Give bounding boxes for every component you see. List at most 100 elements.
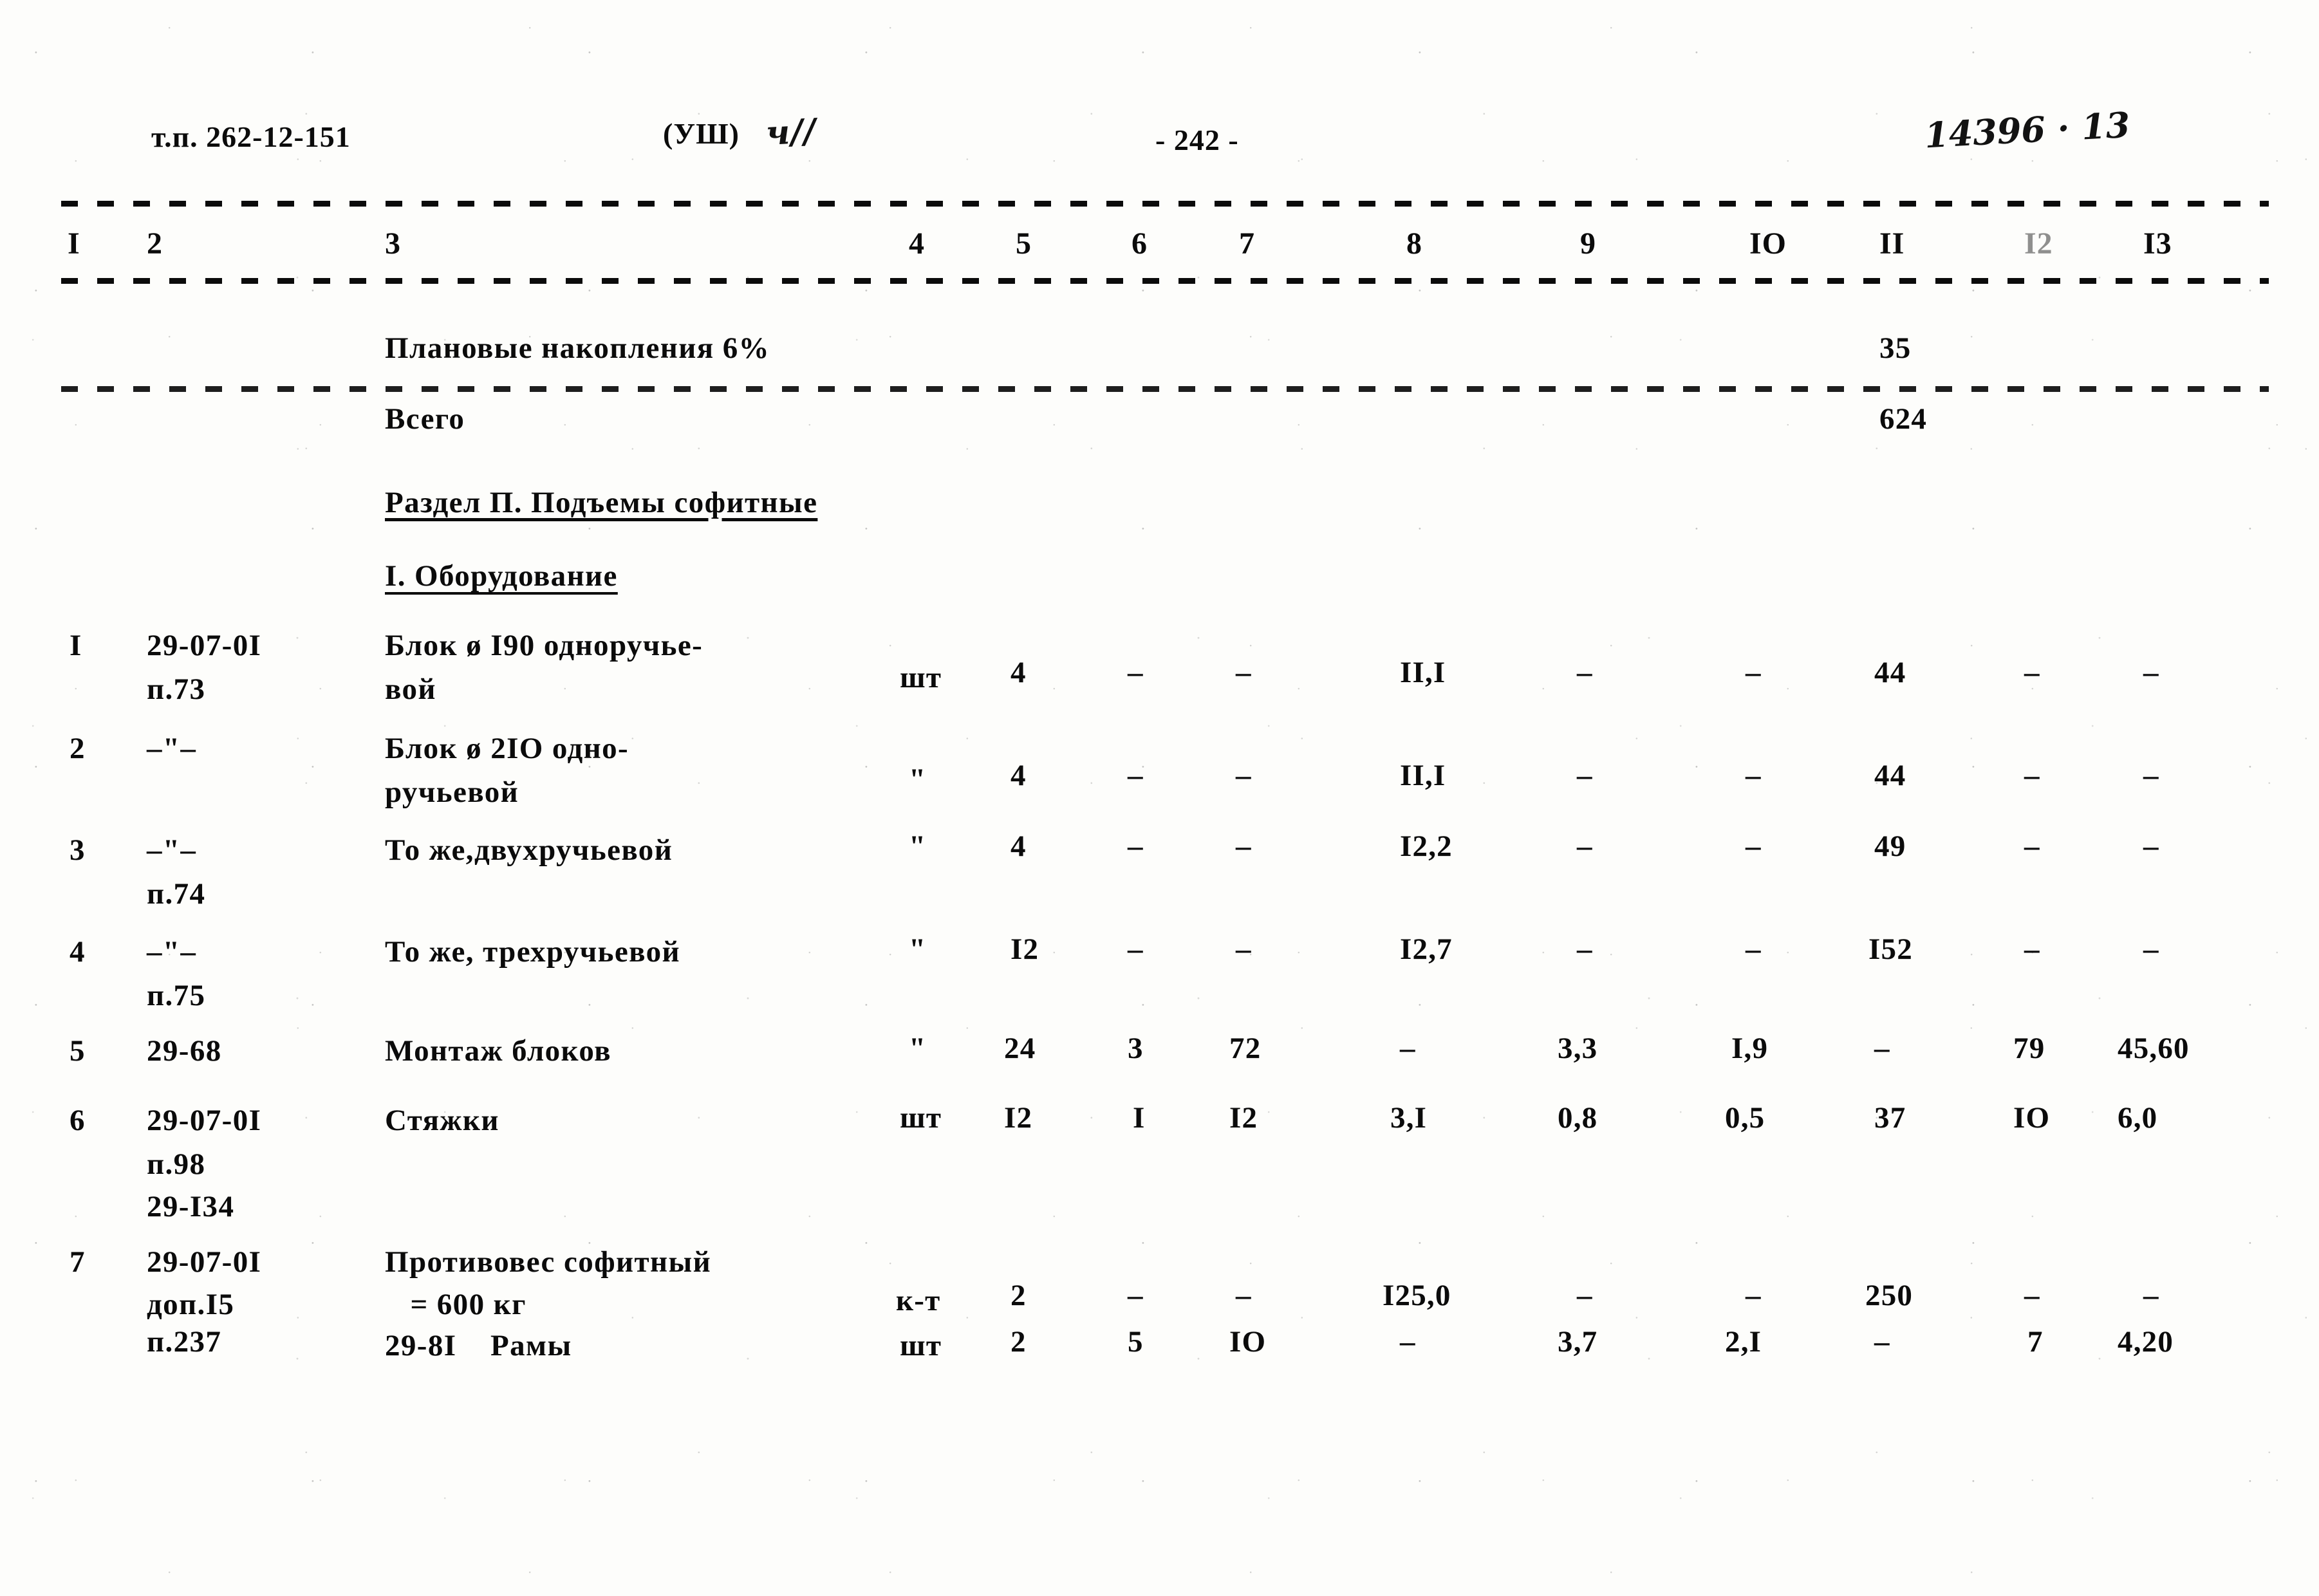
table-cell-c7: IO [1229, 1325, 1267, 1359]
table-cell-c11: – [1874, 1325, 1890, 1359]
table-cell-c9: – [1577, 759, 1593, 792]
column-header-10: IO [1749, 227, 1787, 261]
table-row-code-line: –"– [147, 732, 197, 765]
table-cell-c6: – [1128, 759, 1144, 792]
table-cell-c13: 6,0 [2118, 1101, 2158, 1135]
column-header-12: I2 [2024, 227, 2053, 261]
series-marker: (УШ) [663, 117, 740, 150]
table-cell-c13: – [2143, 933, 2159, 966]
column-header-8: 8 [1406, 227, 1422, 261]
table-row-code-line: 29-07-0I [147, 1104, 262, 1137]
table-cell-c6: – [1128, 1279, 1144, 1312]
table-cell-c6: – [1128, 933, 1144, 966]
column-header-2: 2 [147, 227, 163, 261]
table-cell-c8: I25,0 [1383, 1279, 1451, 1312]
table-cell-c7: – [1236, 933, 1252, 966]
scanned-document-page: т.п. 262-12-151 (УШ) ч// - 242 - 14396 ·… [0, 0, 2319, 1596]
table-cell-c12: – [2024, 1279, 2040, 1312]
section-title: Раздел П. Подъемы софитные [385, 486, 818, 519]
table-cell-c11: 37 [1874, 1101, 1906, 1135]
table-cell-c7: – [1236, 1279, 1252, 1312]
table-cell-c8: 3,I [1390, 1101, 1428, 1135]
table-row-name-line: То же,двухручьевой [385, 833, 673, 867]
table-header-bottom-rule [61, 278, 2269, 284]
table-cell-c11: 44 [1874, 656, 1906, 689]
summary-row-label-planned-savings: Плановые накопления 6% [385, 331, 770, 365]
column-header-11: II [1879, 227, 1905, 261]
table-cell-c7: 72 [1229, 1032, 1262, 1065]
table-cell-c10: – [1746, 830, 1762, 863]
table-row-unit: шт [900, 1329, 942, 1362]
page-number: - 242 - [1155, 124, 1239, 156]
table-cell-c8: – [1400, 1325, 1416, 1359]
table-row-code-line: доп.I5 [147, 1288, 235, 1321]
table-row-unit: к-т [896, 1284, 941, 1317]
table-row: 7 [70, 1245, 86, 1279]
table-cell-c8: II,I [1400, 759, 1446, 792]
column-header-6: 6 [1132, 227, 1148, 261]
table-cell-c13: – [2143, 759, 2159, 792]
table-cell-c5: 2 [1010, 1279, 1027, 1312]
table-row-name-line: Стяжки [385, 1104, 499, 1137]
table-row-name-line: ручьевой [385, 775, 519, 809]
table-cell-c9: 3,7 [1558, 1325, 1598, 1359]
handwritten-archive-number: 14396 · 13 [1923, 104, 2131, 156]
table-row-code-line: п.237 [147, 1325, 222, 1359]
table-cell-c9: 3,3 [1558, 1032, 1598, 1065]
column-header-7: 7 [1239, 227, 1255, 261]
table-cell-c6: 3 [1128, 1032, 1144, 1065]
section-subtitle: I. Оборудование [385, 559, 618, 593]
table-cell-c13: – [2143, 656, 2159, 689]
table-row-name-line: Противовес софитный [385, 1245, 712, 1279]
table-row-code-line: п.74 [147, 877, 206, 911]
table-row: 5 [70, 1034, 86, 1068]
summary-row-label-total: Всего [385, 402, 465, 436]
table-cell-c10: – [1746, 759, 1762, 792]
table-cell-c6: – [1128, 656, 1144, 689]
table-cell-c11: I52 [1868, 933, 1913, 966]
table-row: 6 [70, 1104, 86, 1137]
table-cell-c9: – [1577, 1279, 1593, 1312]
column-header-1: I [68, 227, 80, 261]
column-header-9: 9 [1580, 227, 1596, 261]
table-cell-c9: – [1577, 933, 1593, 966]
table-row-unit: " [909, 933, 927, 966]
table-row-code-line: 29-68 [147, 1034, 222, 1068]
column-header-4: 4 [909, 227, 925, 261]
table-cell-c5: I2 [1010, 933, 1039, 966]
table-cell-c5: I2 [1004, 1101, 1033, 1135]
table-cell-c5: 4 [1010, 656, 1027, 689]
table-cell-c10: – [1746, 933, 1762, 966]
table-row-name-line: То же, трехручьевой [385, 935, 681, 969]
table-cell-c13: – [2143, 1279, 2159, 1312]
table-row-name-line: Блок ø 2IO одно- [385, 732, 629, 765]
table-cell-c10: I,9 [1731, 1032, 1769, 1065]
table-cell-c12: – [2024, 759, 2040, 792]
table-row-name-line: = 600 кг [385, 1288, 526, 1321]
table-cell-c13: – [2143, 830, 2159, 863]
summary-separator-rule [61, 386, 2269, 392]
scan-grain-overlay [0, 0, 2319, 1596]
table-row-code-line: п.98 [147, 1147, 206, 1181]
table-row-unit: " [909, 1032, 927, 1065]
table-cell-c11: – [1874, 1032, 1890, 1065]
table-row-unit: " [909, 763, 927, 796]
handwritten-series-mark: ч// [765, 111, 817, 154]
table-cell-c10: – [1746, 656, 1762, 689]
table-cell-c6: I [1133, 1101, 1146, 1135]
table-row: 4 [70, 935, 86, 969]
column-header-3: 3 [385, 227, 401, 261]
table-cell-c5: 4 [1010, 759, 1027, 792]
table-row-unit: " [909, 830, 927, 863]
table-cell-c12: – [2024, 830, 2040, 863]
table-row-code-line: п.73 [147, 673, 206, 706]
table-row: 3 [70, 833, 86, 867]
table-row: 2 [70, 732, 86, 765]
table-row-code-line: 29-07-0I [147, 629, 262, 662]
table-cell-c12: IO [2013, 1101, 2051, 1135]
table-cell-c9: – [1577, 830, 1593, 863]
table-row-name-line: Блок ø I90 одноручье- [385, 629, 703, 662]
column-header-13: I3 [2143, 227, 2172, 261]
table-cell-c13: 45,60 [2118, 1032, 2190, 1065]
table-cell-c10: 2,I [1725, 1325, 1762, 1359]
